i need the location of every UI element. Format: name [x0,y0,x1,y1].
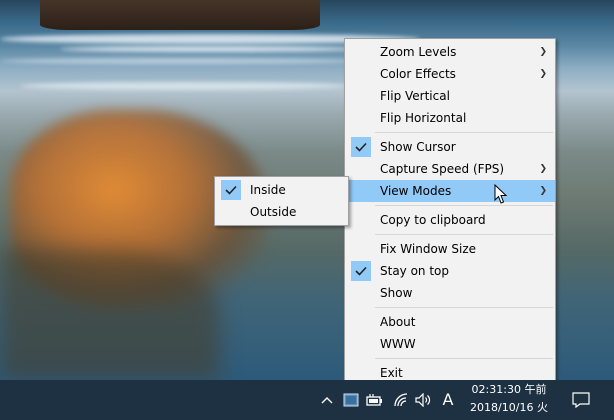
menu-item-show-cursor[interactable]: Show Cursor [345,136,555,158]
menu-item-label: Exit [380,366,403,380]
menu-item-label: View Modes [380,184,452,198]
menu-item-stay-on-top[interactable]: Stay on top [345,260,555,282]
notification-icon[interactable] [571,390,591,410]
menu-item-zoom-levels[interactable]: Zoom Levels ❯ [345,41,555,63]
taskbar: A 02:31:30 午前 2018/10/16 火 [0,380,614,420]
chevron-up-icon[interactable] [317,390,337,410]
menu-item-label: Show Cursor [380,140,456,154]
mouse-cursor-icon [494,183,508,208]
menu-item-label: Copy to clipboard [380,213,486,227]
menu-item-label: Show [380,286,413,300]
menu-item-label: Fix Window Size [380,242,477,256]
menu-item-label: Flip Horizontal [380,111,467,125]
menu-separator [375,307,553,308]
app-tray-icon[interactable] [341,390,361,410]
menu-item-view-modes[interactable]: View Modes ❯ [345,180,555,202]
menu-item-fix-window-size[interactable]: Fix Window Size [345,238,555,260]
speaker-icon[interactable] [414,390,434,410]
menu-item-show[interactable]: Show [345,282,555,304]
menu-item-label: Outside [250,205,297,219]
ime-indicator[interactable]: A [438,390,458,410]
submenu-item-inside[interactable]: Inside [215,179,348,201]
check-icon [351,137,371,157]
menu-item-capture-speed[interactable]: Capture Speed (FPS) ❯ [345,158,555,180]
menu-item-label: Capture Speed (FPS) [380,162,505,176]
submenu-arrow-icon: ❯ [539,69,547,79]
menu-item-flip-vertical[interactable]: Flip Vertical [345,85,555,107]
check-icon [351,261,371,281]
clock-date: 2018/10/16 火 [470,401,548,414]
menu-item-label: WWW [380,337,416,351]
menu-item-label: About [380,315,416,329]
wave [20,82,350,90]
menu-item-label: Zoom Levels [380,45,457,59]
menu-item-label: Inside [250,183,286,197]
menu-item-about[interactable]: About [345,311,555,333]
submenu-arrow-icon: ❯ [539,164,547,174]
menu-item-label: Color Effects [380,67,456,81]
menu-item-copy-to-clipboard[interactable]: Copy to clipboard [345,209,555,231]
sand-shadow [0,250,220,380]
battery-icon[interactable] [365,390,385,410]
clock-time: 02:31:30 午前 [471,383,547,396]
check-icon [221,180,241,200]
menu-separator [375,205,553,206]
system-clock[interactable]: 02:31:30 午前 2018/10/16 火 [462,381,556,417]
context-menu: Zoom Levels ❯ Color Effects ❯ Flip Verti… [344,38,556,387]
menu-item-www[interactable]: WWW [345,333,555,355]
menu-separator [375,234,553,235]
submenu-item-outside[interactable]: Outside [215,201,348,223]
view-modes-submenu: Inside Outside [214,176,349,226]
menu-separator [375,132,553,133]
wave [0,58,360,64]
menu-item-flip-horizontal[interactable]: Flip Horizontal [345,107,555,129]
menu-separator [375,358,553,359]
menu-item-label: Flip Vertical [380,89,450,103]
wifi-icon[interactable] [391,390,411,410]
menu-item-color-effects[interactable]: Color Effects ❯ [345,63,555,85]
menu-item-label: Stay on top [380,264,450,278]
wave [60,46,360,52]
submenu-arrow-icon: ❯ [539,47,547,57]
sea-rock [40,0,320,30]
submenu-arrow-icon: ❯ [539,186,547,196]
